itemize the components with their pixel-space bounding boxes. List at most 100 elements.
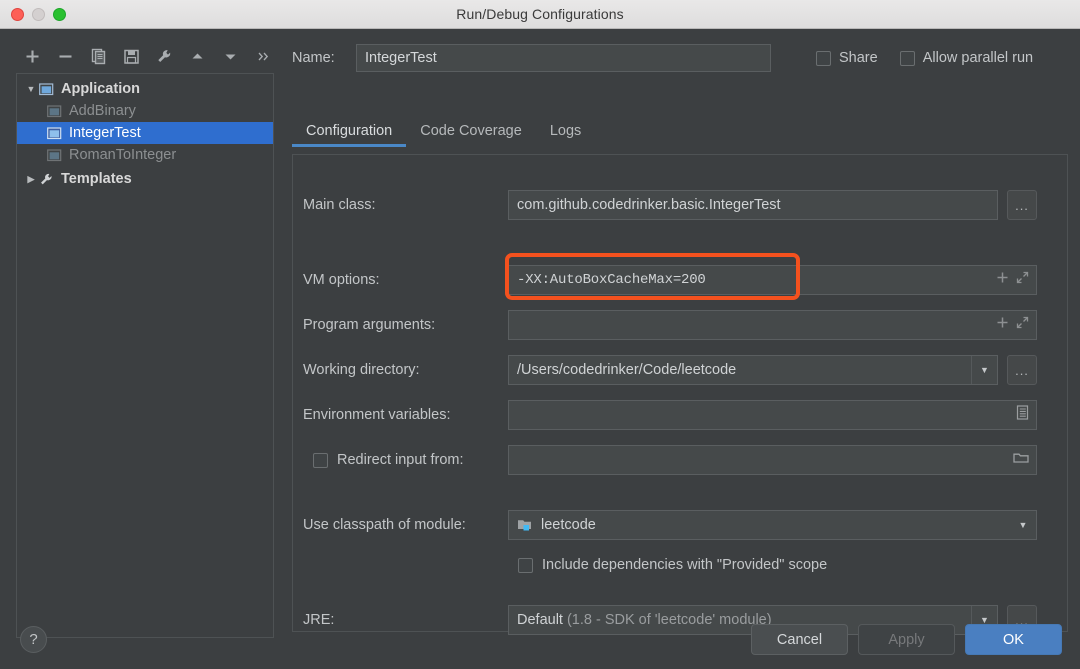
list-edit-icon[interactable] [1016, 405, 1029, 425]
main-class-field[interactable]: com.github.codedrinker.basic.IntegerTest [508, 190, 998, 220]
tab-configuration[interactable]: Configuration [292, 121, 407, 147]
environment-variables-field-icons [1016, 401, 1029, 429]
use-classpath-field[interactable]: leetcode ▼ [508, 510, 1037, 540]
wrench-icon[interactable] [148, 42, 181, 70]
allow-parallel-run-label: Allow parallel run [922, 50, 1034, 66]
vm-options-field[interactable]: -XX:AutoBoxCacheMax=200 [508, 265, 1037, 295]
environment-variables-label: Environment variables: [303, 407, 451, 423]
cancel-button[interactable]: Cancel [751, 624, 848, 655]
remove-icon[interactable] [49, 42, 82, 70]
move-up-icon[interactable] [181, 42, 214, 70]
allow-parallel-run-checkbox[interactable] [899, 50, 915, 66]
tree-item-templates[interactable]: ▶ Templates [17, 168, 273, 190]
chevron-down-icon[interactable]: ▼ [1010, 511, 1036, 539]
chevron-down-icon[interactable]: ▼ [971, 356, 997, 384]
close-window-icon[interactable] [11, 8, 24, 21]
use-classpath-row: Use classpath of module: leetcode ▼ [293, 510, 1069, 540]
add-icon[interactable] [16, 42, 49, 70]
jre-value-secondary: (1.8 - SDK of 'leetcode' module) [566, 612, 772, 628]
folder-icon[interactable] [1013, 451, 1029, 469]
vm-options-field-icons [996, 266, 1029, 294]
include-dependencies-label: Include dependencies with "Provided" sco… [542, 557, 828, 573]
include-dependencies-row: Include dependencies with "Provided" sco… [293, 550, 1069, 580]
main-class-browse-button[interactable]: ... [1007, 190, 1037, 220]
chevron-right-icon[interactable]: ▶ [23, 174, 39, 185]
window-titlebar: Run/Debug Configurations [0, 0, 1080, 29]
redirect-input-field-icons [1013, 446, 1029, 474]
redirect-input-label: Redirect input from: [337, 452, 464, 468]
main-class-value: com.github.codedrinker.basic.IntegerTest [517, 197, 781, 213]
working-directory-label: Working directory: [303, 362, 420, 378]
apply-button[interactable]: Apply [858, 624, 955, 655]
tree-item-label: RomanToInteger [69, 147, 177, 163]
working-directory-field[interactable]: /Users/codedrinker/Code/leetcode ▼ [508, 355, 998, 385]
minimize-window-icon[interactable] [32, 8, 45, 21]
vm-options-value: -XX:AutoBoxCacheMax=200 [517, 272, 706, 288]
traffic-lights [11, 0, 66, 29]
run-config-icon [47, 126, 67, 140]
program-arguments-field-icons [996, 311, 1029, 339]
tree-item-label: Templates [61, 171, 132, 187]
tree-item-integertest[interactable]: IntegerTest [17, 122, 273, 144]
share-checkbox-group[interactable]: Share [816, 50, 878, 66]
redirect-input-checkbox-group[interactable]: Redirect input from: [293, 452, 508, 468]
tree-item-addbinary[interactable]: AddBinary [17, 100, 273, 122]
module-icon [509, 518, 533, 532]
ok-button[interactable]: OK [965, 624, 1062, 655]
program-arguments-row: Program arguments: [293, 310, 1069, 340]
tree-item-label: Application [61, 81, 140, 97]
include-dependencies-checkbox[interactable] [518, 557, 533, 573]
move-down-icon[interactable] [214, 42, 247, 70]
tab-logs[interactable]: Logs [536, 121, 595, 147]
jre-label: JRE: [303, 612, 335, 628]
name-input[interactable]: IntegerTest [356, 44, 771, 72]
wrench-icon [39, 172, 59, 187]
redirect-input-field[interactable] [508, 445, 1037, 475]
help-button[interactable]: ? [20, 626, 47, 653]
expand-icon[interactable] [1016, 271, 1029, 289]
dialog-buttons: Cancel Apply OK [751, 624, 1062, 655]
environment-variables-field[interactable] [508, 400, 1037, 430]
working-directory-row: Working directory: /Users/codedrinker/Co… [293, 355, 1069, 385]
configurations-tree[interactable]: ▼ Application AddBinary IntegerTest Roma… [16, 73, 274, 638]
tree-item-romantointeger[interactable]: RomanToInteger [17, 144, 273, 166]
plus-icon[interactable] [996, 316, 1009, 334]
expand-icon[interactable] [1016, 316, 1029, 334]
chevron-down-icon[interactable]: ▼ [23, 84, 39, 94]
tab-code-coverage[interactable]: Code Coverage [406, 121, 536, 147]
use-classpath-value: leetcode [541, 517, 596, 533]
copy-icon[interactable] [82, 42, 115, 70]
program-arguments-field[interactable] [508, 310, 1037, 340]
share-label: Share [839, 50, 878, 66]
run-config-icon [47, 148, 67, 162]
main-class-label: Main class: [303, 197, 376, 213]
run-config-icon [47, 104, 67, 118]
zoom-window-icon[interactable] [53, 8, 66, 21]
working-directory-browse-button[interactable]: ... [1007, 355, 1037, 385]
allow-parallel-run-checkbox-group[interactable]: Allow parallel run [899, 50, 1034, 66]
application-icon [39, 82, 59, 96]
name-label: Name: [292, 50, 335, 66]
save-icon[interactable] [115, 42, 148, 70]
vm-options-row: VM options: -XX:AutoBoxCacheMax=200 [293, 265, 1069, 295]
more-options-icon[interactable] [247, 42, 280, 70]
redirect-input-row: Redirect input from: [293, 445, 1069, 475]
configuration-panel: Main class: com.github.codedrinker.basic… [292, 154, 1069, 635]
use-classpath-label: Use classpath of module: [303, 517, 466, 533]
redirect-input-checkbox[interactable] [313, 452, 328, 468]
tree-item-label: AddBinary [69, 103, 136, 119]
tree-item-label: IntegerTest [69, 125, 141, 141]
environment-variables-row: Environment variables: [293, 400, 1069, 430]
working-directory-value: /Users/codedrinker/Code/leetcode [517, 362, 737, 378]
plus-icon[interactable] [996, 271, 1009, 289]
share-checkbox[interactable] [816, 50, 831, 66]
tree-item-application[interactable]: ▼ Application [17, 78, 273, 100]
jre-value-primary: Default [517, 612, 563, 628]
vm-options-label: VM options: [303, 272, 380, 288]
program-arguments-label: Program arguments: [303, 317, 436, 333]
main-class-row: Main class: com.github.codedrinker.basic… [293, 190, 1069, 220]
name-row: Name: IntegerTest Share Allow parallel r… [292, 43, 1068, 73]
tab-bar: Configuration Code Coverage Logs [292, 121, 1068, 151]
include-dependencies-checkbox-group[interactable]: Include dependencies with "Provided" sco… [518, 557, 827, 573]
window-title: Run/Debug Configurations [456, 6, 624, 22]
